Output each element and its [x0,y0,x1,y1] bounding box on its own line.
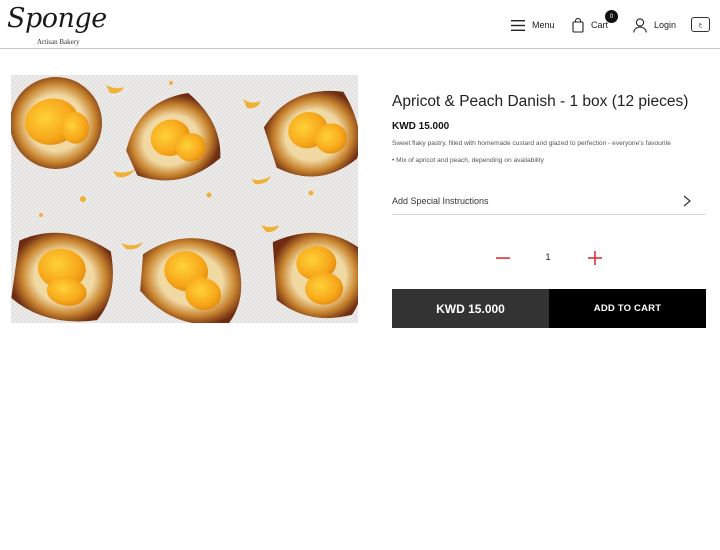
brand-logo[interactable]: Sponge Artisan Bakery [7,3,107,47]
cart-count-badge: 0 [605,10,618,23]
product-title: Apricot & Peach Danish - 1 box (12 piece… [392,93,689,110]
quantity-decrease-button[interactable] [494,250,512,266]
brand-name: Sponge [7,3,107,34]
login-label: Login [654,20,677,30]
add-to-cart-button[interactable]: ADD TO CART [549,289,706,328]
user-icon [633,17,647,33]
menu-label: Menu [532,20,555,30]
product-note: • Mix of apricot and peach, depending on… [392,157,544,164]
apricot-danish-photo-icon [11,75,358,323]
menu-button[interactable]: Menu [511,16,555,34]
cart-label: Cart [591,20,609,30]
product-image [11,75,358,323]
quantity-increase-button[interactable] [586,249,604,267]
chevron-right-icon [683,195,691,207]
special-instructions-label: Add Special Instructions [392,196,489,206]
product-price: KWD 15.000 [392,121,450,132]
brand-tagline: Artisan Bakery [37,38,80,46]
shopping-bag-icon [572,17,584,33]
language-toggle[interactable]: ع [691,17,710,32]
hamburger-icon [511,19,525,31]
site-header: Sponge Artisan Bakery Menu Cart 0 Login … [0,0,720,49]
special-instructions-row[interactable]: Add Special Instructions [392,188,706,215]
total-price-display: KWD 15.000 [392,289,549,328]
cart-button[interactable]: Cart [572,16,608,34]
login-button[interactable]: Login [633,16,676,34]
quantity-value[interactable]: 1 [538,252,558,263]
product-description: Sweet flaky pastry, filled with homemade… [392,140,671,147]
